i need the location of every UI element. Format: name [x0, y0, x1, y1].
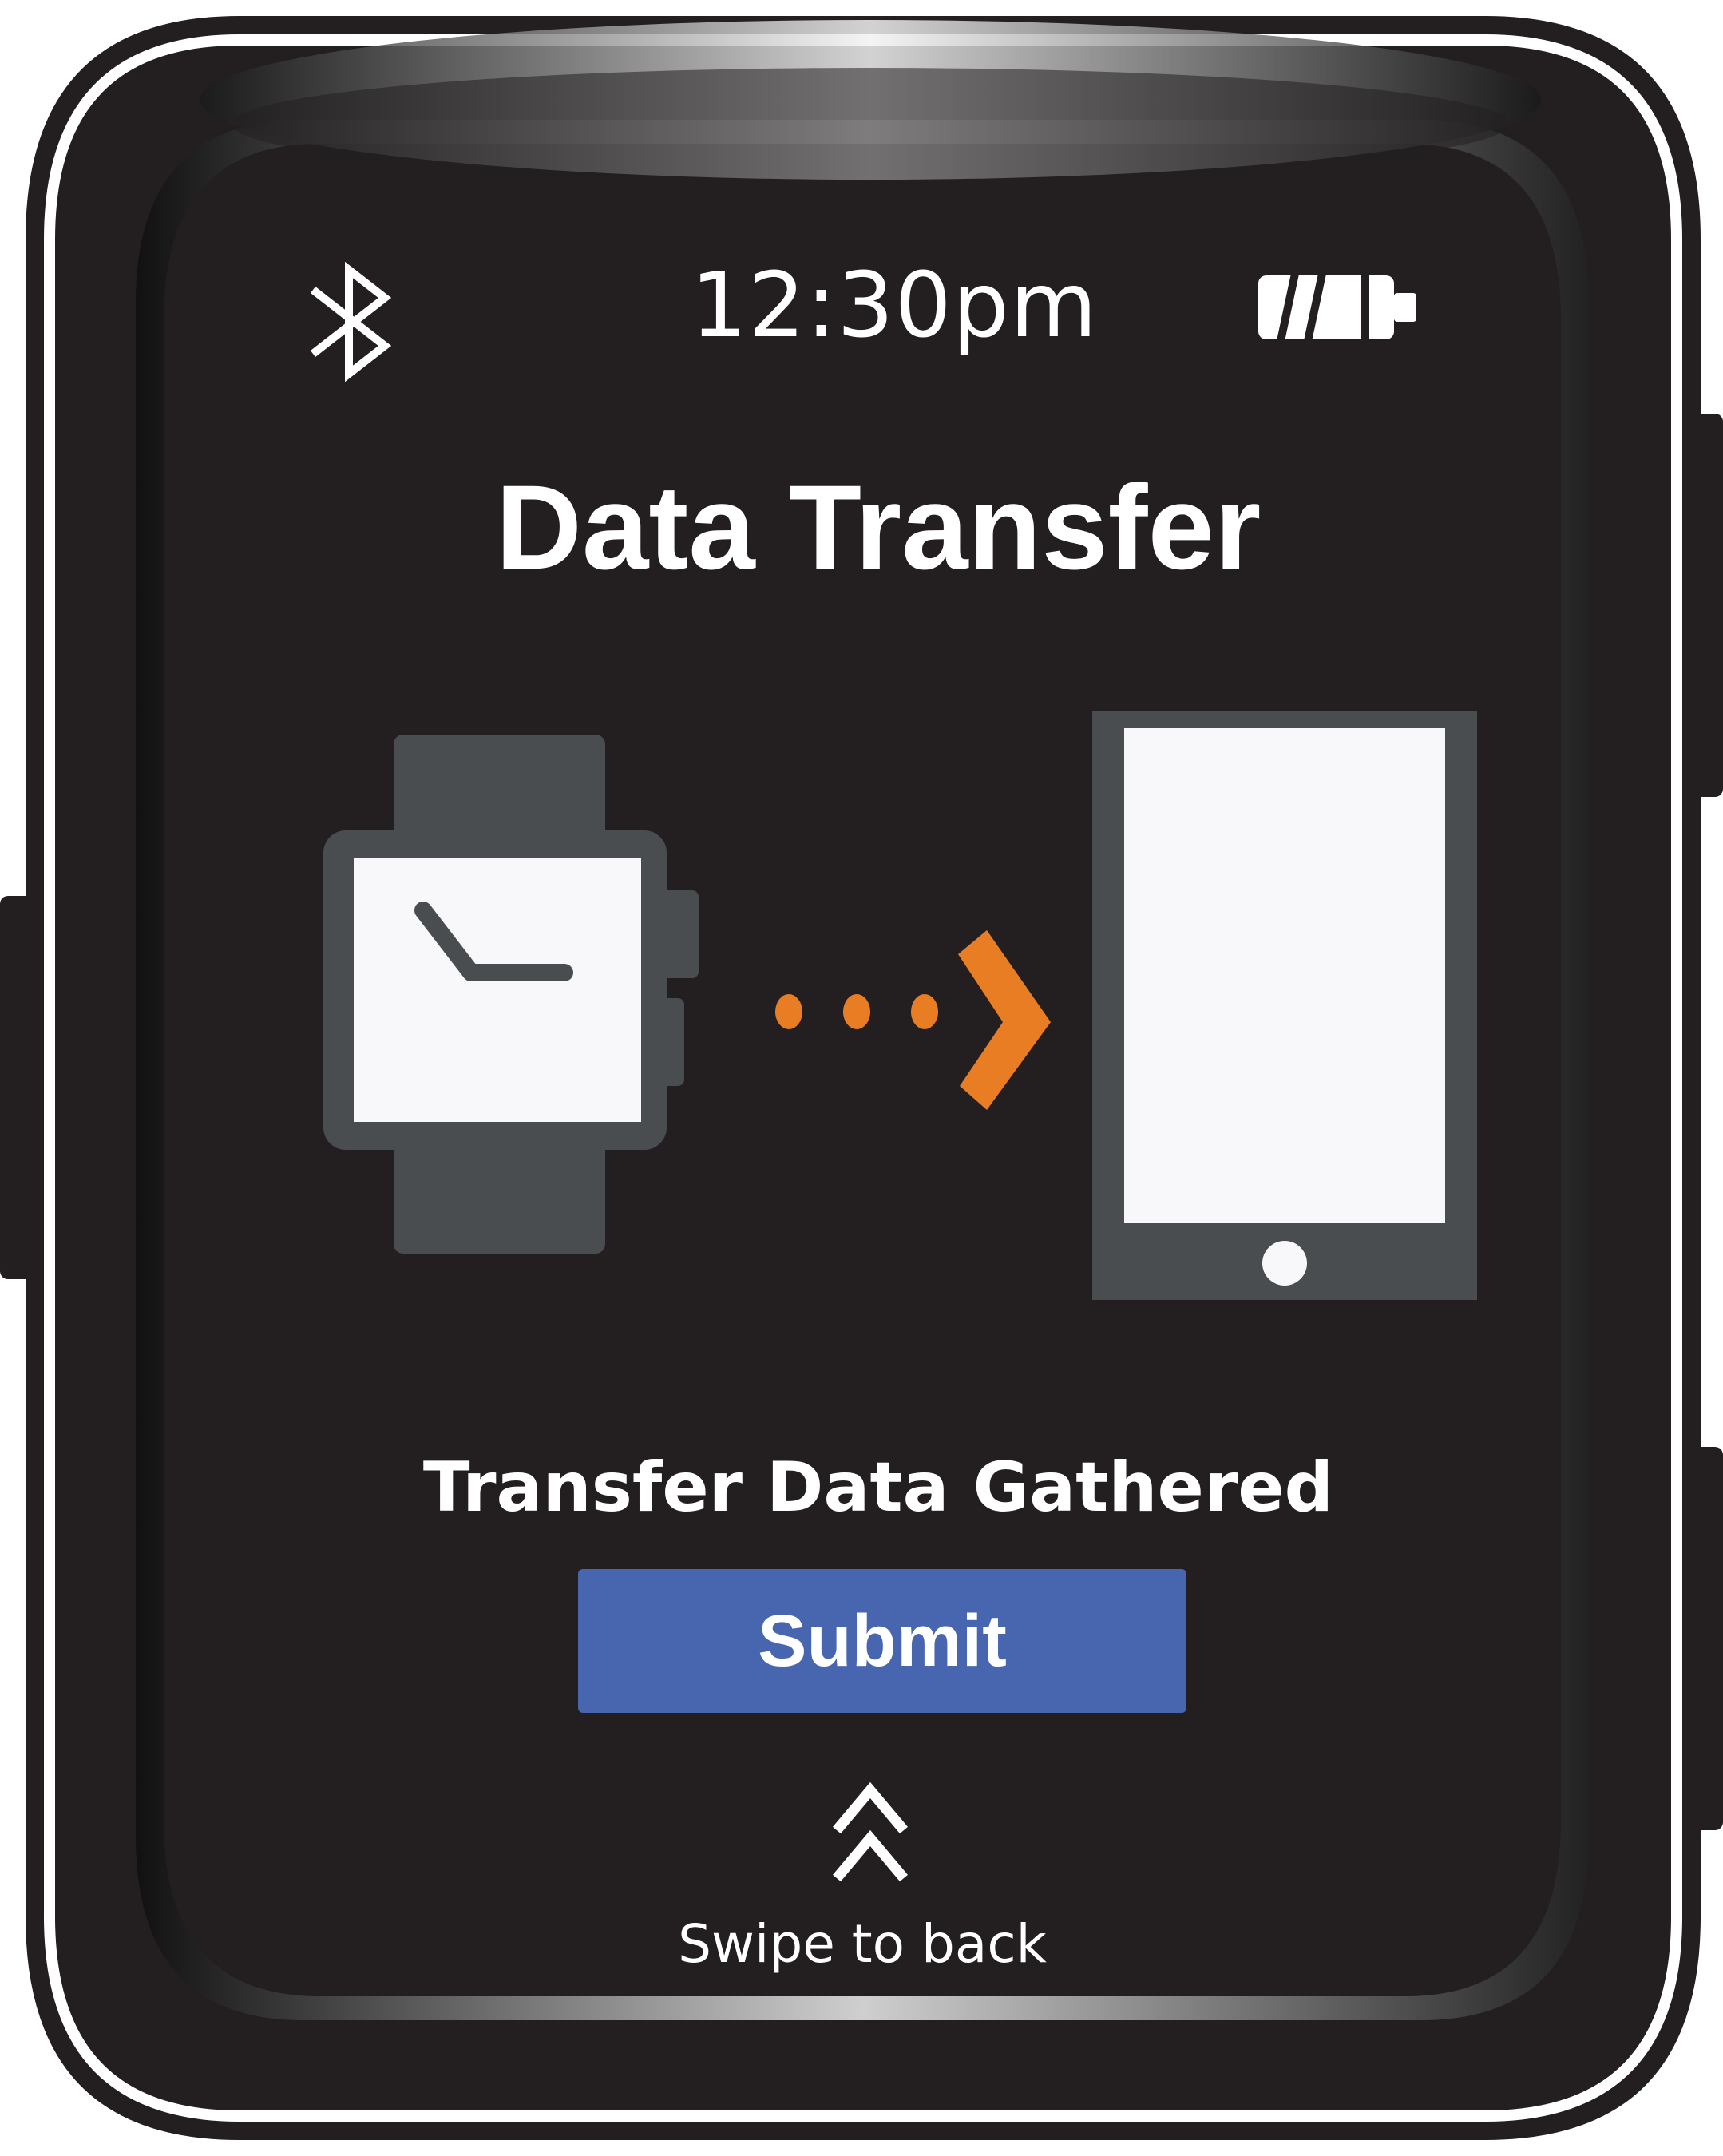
- battery-icon: [1258, 272, 1416, 343]
- transfer-arrow-icon: [775, 930, 1051, 1110]
- smartphone-icon: [1092, 711, 1477, 1300]
- transfer-message: Transfer Data Gathered: [422, 1448, 1334, 1528]
- smartwatch-icon: [323, 735, 699, 1254]
- bluetooth-icon[interactable]: [297, 262, 409, 382]
- swipe-back-label: Swipe to back: [678, 1913, 1047, 1975]
- double-chevron-up-icon[interactable]: [830, 1741, 910, 1908]
- page-title: Data Transfer: [495, 460, 1262, 594]
- status-time: 12:30pm: [691, 254, 1098, 358]
- submit-button[interactable]: [578, 1569, 1186, 1713]
